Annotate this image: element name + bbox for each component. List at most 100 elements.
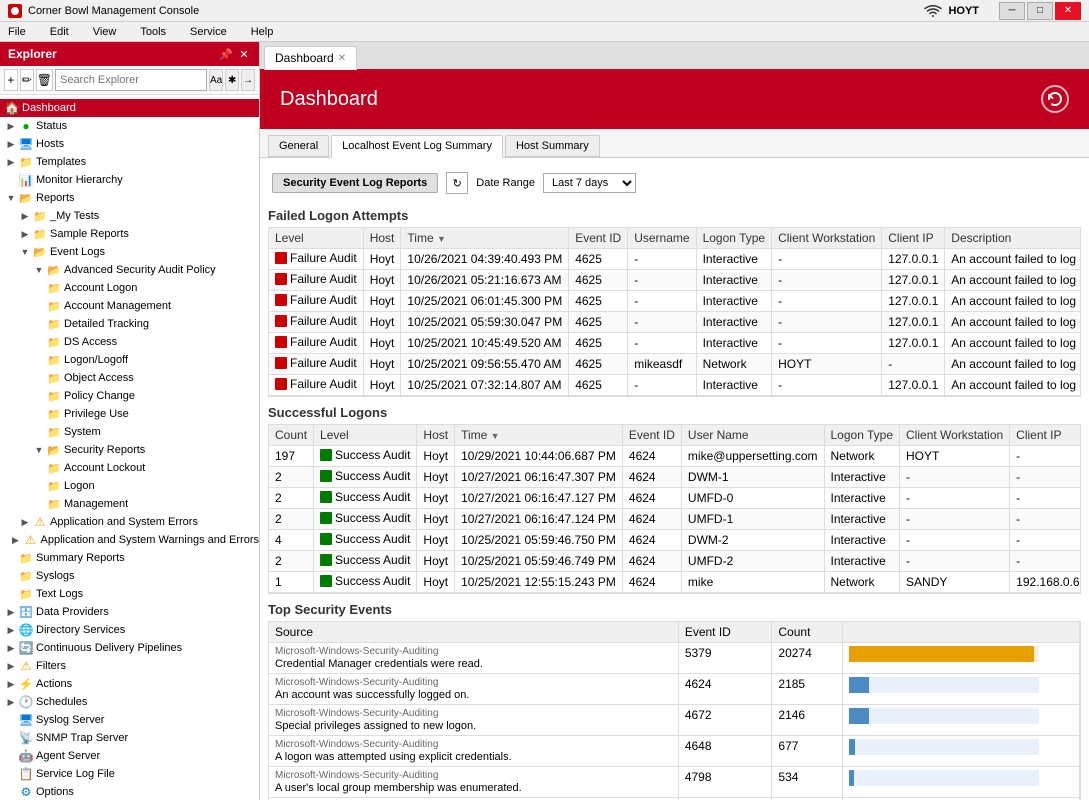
sidebar-item-schedules[interactable]: ▶ 🕐 Schedules [0, 693, 259, 711]
sidebar-item-my-tests[interactable]: ▶ 📁 _My Tests [0, 207, 259, 225]
reports-toggle[interactable]: ▼ [4, 191, 18, 205]
schedules-toggle[interactable]: ▶ [4, 695, 18, 709]
sidebar-item-dashboard[interactable]: 🏠 Dashboard [0, 99, 259, 117]
sidebar-item-status[interactable]: ▶ ● Status [0, 117, 259, 135]
col-count[interactable]: Count [772, 622, 842, 643]
tab-dashboard[interactable]: Dashboard ✕ [264, 46, 357, 70]
sidebar-item-logon-logoff[interactable]: 📁 Logon/Logoff [0, 351, 259, 369]
sidebar-item-filters[interactable]: ▶ ⚠ Filters [0, 657, 259, 675]
sidebar-item-syslog-server[interactable]: 🖥 Syslog Server [0, 711, 259, 729]
sidebar-item-advanced-security[interactable]: ▼ 📂 Advanced Security Audit Policy [0, 261, 259, 279]
my-tests-toggle[interactable]: ▶ [18, 209, 32, 223]
date-range-select[interactable]: Last 7 days Last 30 days Last 90 days [543, 173, 636, 193]
col-host[interactable]: Host [417, 425, 455, 446]
table-row[interactable]: Microsoft-Windows-Security-Auditing Spec… [269, 705, 1080, 736]
table-row[interactable]: Failure Audit Hoyt 10/25/2021 05:59:30.0… [269, 312, 1081, 333]
table-row[interactable]: 1 Success Audit Hoyt 10/25/2021 12:55:15… [269, 572, 1081, 593]
menu-view[interactable]: View [89, 24, 121, 40]
sidebar-item-app-system-warnings[interactable]: ▶ ⚠ Application and System Warnings and … [0, 531, 259, 549]
col-host[interactable]: Host [363, 228, 401, 249]
sidebar-close-button[interactable]: ✕ [237, 47, 251, 61]
col-level[interactable]: Level [314, 425, 417, 446]
table-row[interactable]: 2 Success Audit Hoyt 10/27/2021 06:16:47… [269, 488, 1081, 509]
sample-reports-toggle[interactable]: ▶ [18, 227, 32, 241]
filter-refresh-button[interactable]: ↻ [446, 172, 468, 194]
search-aa-button[interactable]: Aa [209, 69, 223, 91]
hosts-toggle[interactable]: ▶ [4, 137, 18, 151]
table-row[interactable]: Failure Audit Hoyt 10/25/2021 09:56:55.4… [269, 354, 1081, 375]
table-row[interactable]: Failure Audit Hoyt 10/25/2021 07:32:14.8… [269, 375, 1081, 396]
col-time[interactable]: Time ▼ [455, 425, 623, 446]
sidebar-item-snmp-trap-server[interactable]: 📡 SNMP Trap Server [0, 729, 259, 747]
col-level[interactable]: Level [269, 228, 363, 249]
search-input[interactable] [55, 69, 207, 91]
refresh-button[interactable] [1041, 85, 1069, 113]
col-logon-type[interactable]: Logon Type [696, 228, 772, 249]
col-client-workstation[interactable]: Client Workstation [900, 425, 1010, 446]
sidebar-item-detailed-tracking[interactable]: 📁 Detailed Tracking [0, 315, 259, 333]
sidebar-item-service-log[interactable]: 📋 Service Log File [0, 765, 259, 783]
sidebar-item-options[interactable]: ⚙ Options [0, 783, 259, 800]
sidebar-pin-button[interactable]: 📌 [219, 47, 233, 61]
dir-services-toggle[interactable]: ▶ [4, 623, 18, 637]
col-client-workstation[interactable]: Client Workstation [772, 228, 882, 249]
event-logs-toggle[interactable]: ▼ [18, 245, 32, 259]
sidebar-item-logon[interactable]: 📁 Logon [0, 477, 259, 495]
col-source[interactable]: Source [269, 622, 678, 643]
sidebar-item-security-reports[interactable]: ▼ 📂 Security Reports [0, 441, 259, 459]
sidebar-item-syslogs[interactable]: 📁 Syslogs [0, 567, 259, 585]
table-row[interactable]: Microsoft-Windows-Security-Auditing Cred… [269, 643, 1080, 674]
col-count[interactable]: Count [269, 425, 314, 446]
security-reports-toggle[interactable]: ▼ [32, 443, 46, 457]
data-providers-toggle[interactable]: ▶ [4, 605, 18, 619]
sidebar-item-policy-change[interactable]: 📁 Policy Change [0, 387, 259, 405]
app-errors-toggle[interactable]: ▶ [18, 515, 32, 529]
search-star-button[interactable]: ✱ [225, 69, 239, 91]
sidebar-item-privilege-use[interactable]: 📁 Privilege Use [0, 405, 259, 423]
security-event-log-reports-button[interactable]: Security Event Log Reports [272, 173, 438, 193]
col-client-ip[interactable]: Client IP [1010, 425, 1081, 446]
table-row[interactable]: Failure Audit Hoyt 10/25/2021 06:01:45.3… [269, 291, 1081, 312]
sub-tab-localhost[interactable]: Localhost Event Log Summary [331, 135, 503, 158]
table-row[interactable]: 2 Success Audit Hoyt 10/27/2021 06:16:47… [269, 467, 1081, 488]
sidebar-item-data-providers[interactable]: ▶ 🗄 Data Providers [0, 603, 259, 621]
add-button[interactable]: + [4, 69, 18, 91]
col-description[interactable]: Description [945, 228, 1081, 249]
col-username[interactable]: Username [628, 228, 696, 249]
col-logon-type[interactable]: Logon Type [824, 425, 900, 446]
sidebar-item-account-management[interactable]: 📁 Account Management [0, 297, 259, 315]
menu-edit[interactable]: Edit [46, 24, 73, 40]
window-controls[interactable]: ─ □ ✕ [999, 2, 1081, 20]
sidebar-item-hosts[interactable]: ▶ 🖥 Hosts [0, 135, 259, 153]
col-client-ip[interactable]: Client IP [882, 228, 945, 249]
table-row[interactable]: 2 Success Audit Hoyt 10/27/2021 06:16:47… [269, 509, 1081, 530]
status-toggle[interactable]: ▶ [4, 119, 18, 133]
sidebar-item-management[interactable]: 📁 Management [0, 495, 259, 513]
sub-tab-general[interactable]: General [268, 135, 329, 157]
sidebar-item-reports[interactable]: ▼ 📂 Reports [0, 189, 259, 207]
maximize-button[interactable]: □ [1027, 2, 1053, 20]
menu-service[interactable]: Service [186, 24, 231, 40]
menu-file[interactable]: File [4, 24, 30, 40]
table-row[interactable]: Failure Audit Hoyt 10/26/2021 04:39:40.4… [269, 249, 1081, 270]
menu-tools[interactable]: Tools [136, 24, 170, 40]
table-row[interactable]: Failure Audit Hoyt 10/25/2021 10:45:49.5… [269, 333, 1081, 354]
sidebar-item-account-lockout[interactable]: 📁 Account Lockout [0, 459, 259, 477]
sidebar-item-monitor-hierarchy[interactable]: 📊 Monitor Hierarchy [0, 171, 259, 189]
sidebar-item-app-system-errors[interactable]: ▶ ⚠ Application and System Errors [0, 513, 259, 531]
sidebar-item-agent-server[interactable]: 🤖 Agent Server [0, 747, 259, 765]
menu-help[interactable]: Help [247, 24, 278, 40]
col-event-id[interactable]: Event ID [622, 425, 681, 446]
minimize-button[interactable]: ─ [999, 2, 1025, 20]
tab-close-button[interactable]: ✕ [338, 53, 346, 64]
templates-toggle[interactable]: ▶ [4, 155, 18, 169]
table-row[interactable]: 197 Success Audit Hoyt 10/29/2021 10:44:… [269, 446, 1081, 467]
filters-toggle[interactable]: ▶ [4, 659, 18, 673]
adv-security-toggle[interactable]: ▼ [32, 263, 46, 277]
search-go-button[interactable]: → [241, 69, 255, 91]
cd-toggle[interactable]: ▶ [4, 641, 18, 655]
table-row[interactable]: Failure Audit Hoyt 10/26/2021 05:21:16.6… [269, 270, 1081, 291]
sidebar-item-directory-services[interactable]: ▶ 🌐 Directory Services [0, 621, 259, 639]
sidebar-item-sample-reports[interactable]: ▶ 📁 Sample Reports [0, 225, 259, 243]
table-row[interactable]: Microsoft-Windows-Security-Auditing A lo… [269, 736, 1080, 767]
